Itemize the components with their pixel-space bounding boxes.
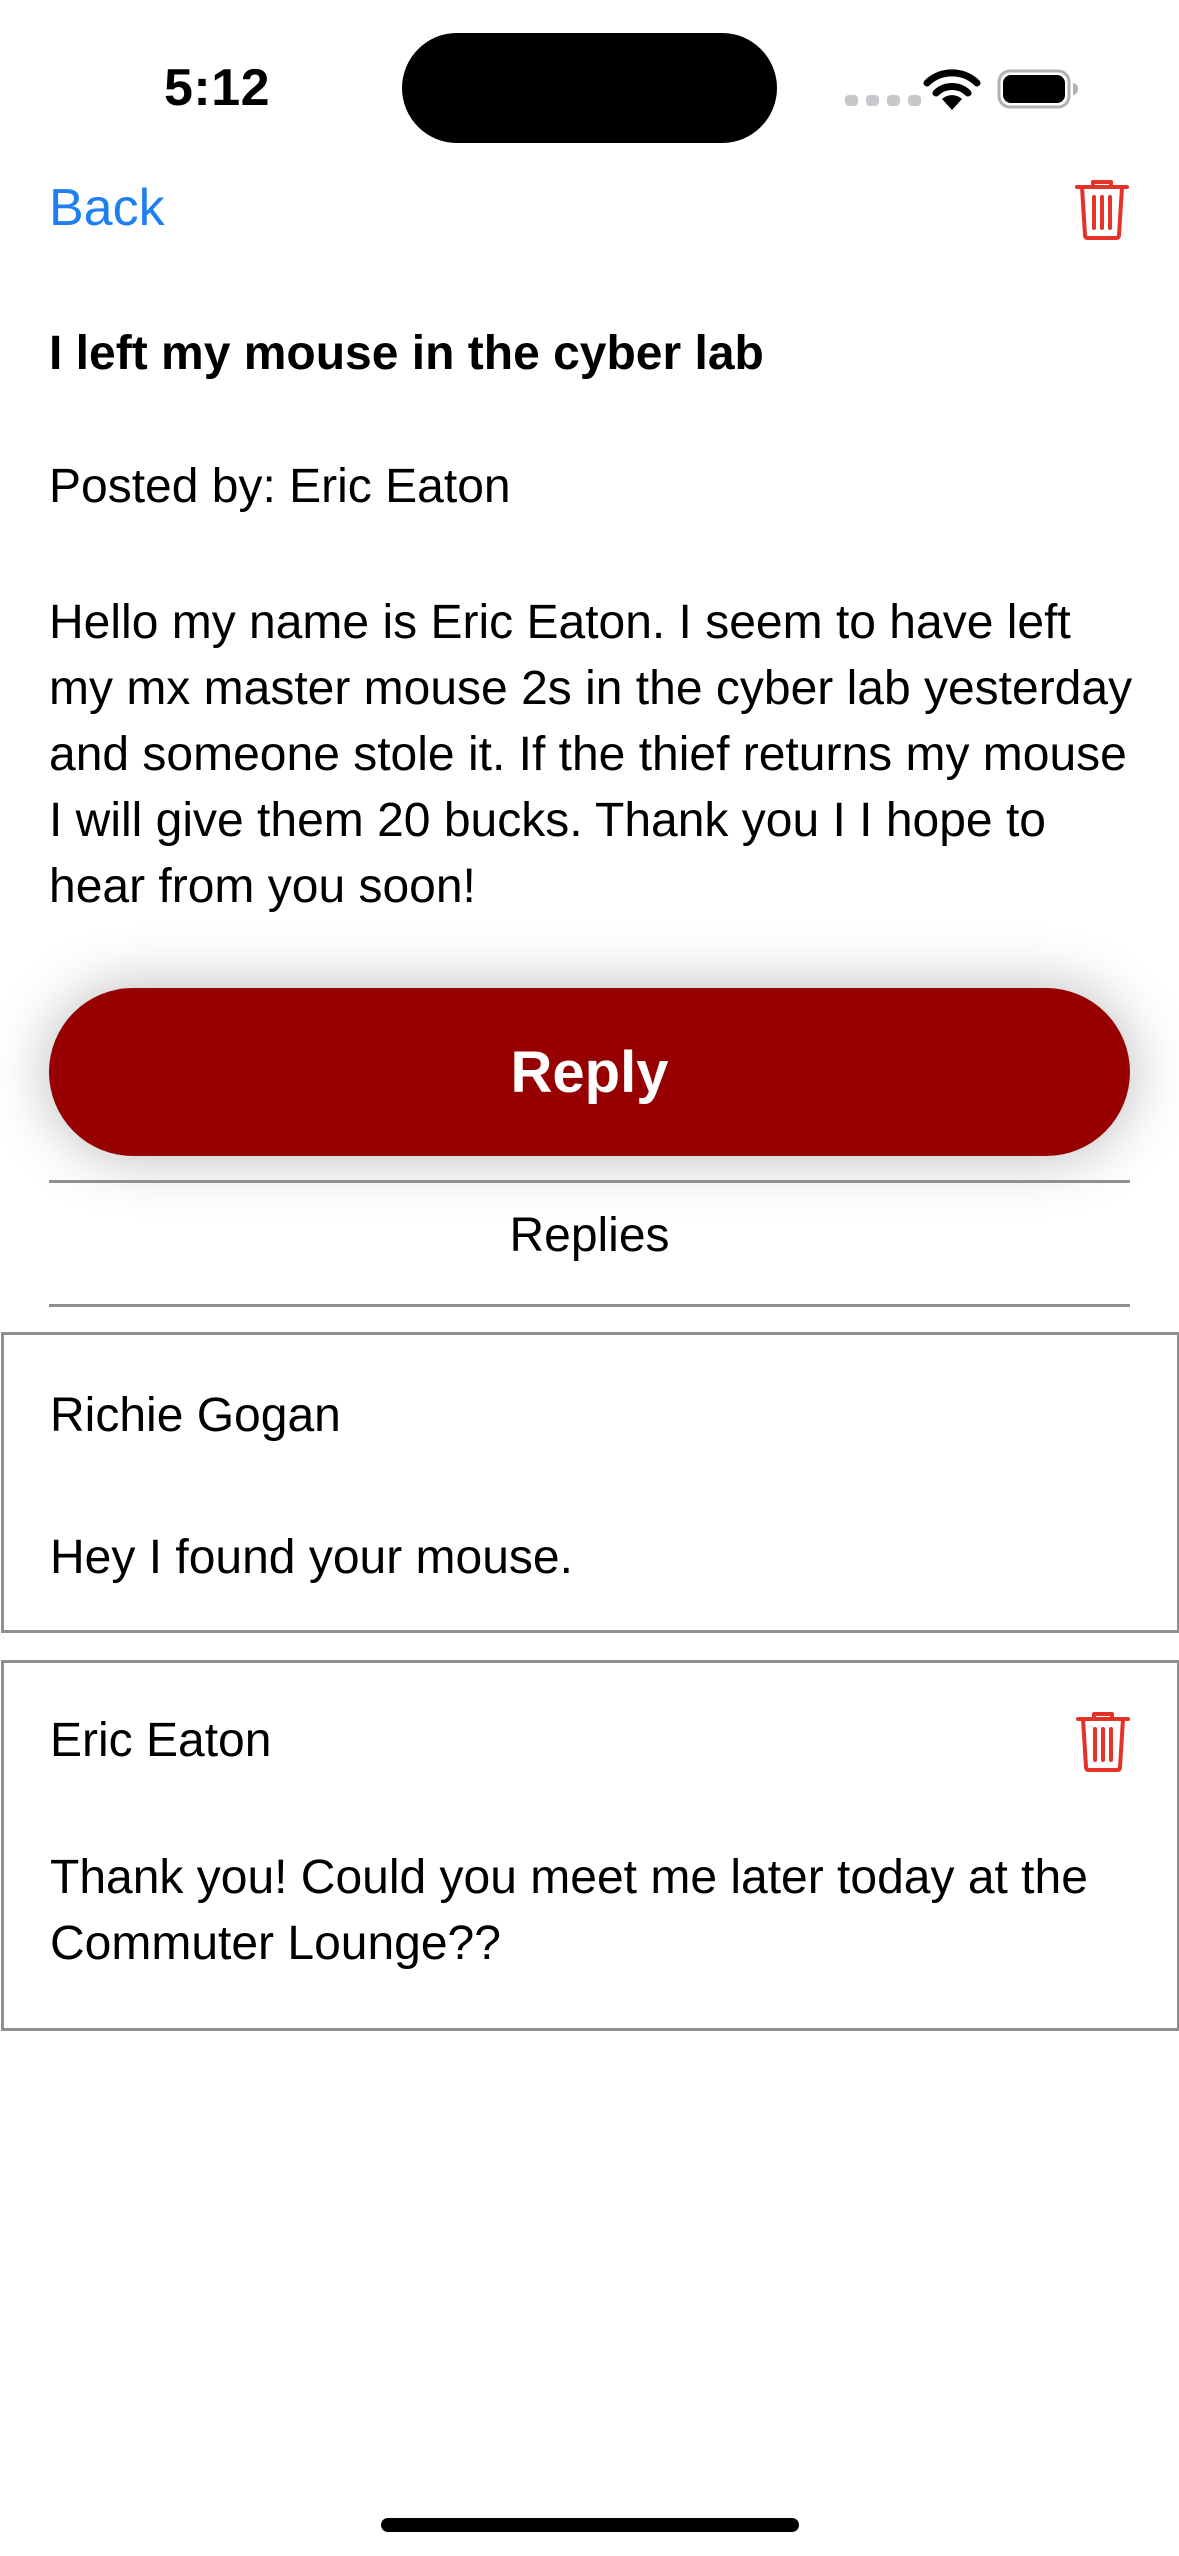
delete-post-button[interactable] — [1074, 178, 1130, 240]
home-indicator[interactable] — [381, 2518, 799, 2532]
trash-icon — [1076, 1712, 1130, 1772]
battery-icon — [997, 69, 1078, 109]
back-button[interactable]: Back — [49, 178, 165, 238]
cellular-signal-icon — [845, 95, 921, 106]
reply-body: Thank you! Could you meet me later today… — [50, 1851, 1088, 1970]
divider — [49, 1180, 1130, 1183]
reply-author: Richie Gogan — [50, 1389, 341, 1442]
replies-heading: Replies — [509, 1209, 670, 1262]
trash-icon — [1075, 180, 1129, 240]
post-title: I left my mouse in the cyber lab — [49, 327, 764, 380]
delete-reply-button[interactable] — [1075, 1710, 1131, 1772]
divider — [49, 1304, 1130, 1307]
post-detail-screen: 5:12 Back I left my mouse in the cyber l… — [0, 0, 1179, 2556]
post-body: Hello my name is Eric Eaton. I seem to h… — [49, 596, 1133, 913]
dynamic-island — [402, 33, 777, 143]
status-time: 5:12 — [164, 59, 271, 117]
wifi-icon — [923, 69, 981, 110]
reply-author: Eric Eaton — [50, 1714, 272, 1767]
reply-card: Eric Eaton Thank you! Could you meet me … — [1, 1660, 1179, 2031]
post-author: Posted by: Eric Eaton — [49, 460, 511, 513]
reply-body: Hey I found your mouse. — [50, 1531, 573, 1584]
reply-button[interactable]: Reply — [49, 988, 1130, 1156]
reply-card: Richie Gogan Hey I found your mouse. — [1, 1332, 1179, 1633]
